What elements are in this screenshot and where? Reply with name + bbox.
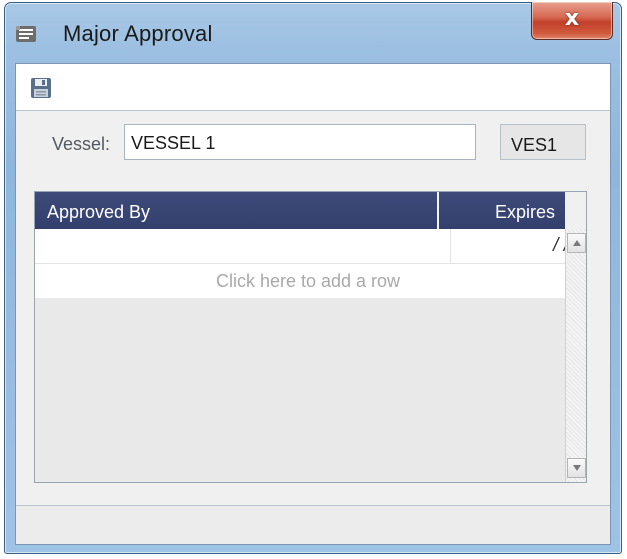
table-row[interactable]: / / <box>35 229 581 264</box>
form-icon <box>15 23 37 45</box>
arrow-up-icon <box>573 240 581 246</box>
vessel-input[interactable]: VESSEL 1 <box>124 124 476 160</box>
dialog-window: Major Approval x Vessel: VESSEL 1 VES1 A… <box>4 2 622 554</box>
vessel-label: Vessel: <box>52 134 111 154</box>
scroll-up-button[interactable] <box>567 233 586 253</box>
close-button[interactable]: x <box>531 2 613 40</box>
cell-approved-by[interactable] <box>35 229 451 263</box>
scroll-down-button[interactable] <box>567 458 586 478</box>
grid-header-corner <box>565 192 586 229</box>
status-bar <box>16 505 610 544</box>
column-header-expires[interactable]: Expires <box>438 192 565 229</box>
vessel-code-field: VES1 <box>500 124 586 160</box>
approvals-grid: Approved By Expires / / Click here to ad… <box>34 191 587 483</box>
add-row-button[interactable]: Click here to add a row <box>35 264 581 298</box>
grid-header: Approved By Expires <box>35 192 565 229</box>
title-bar[interactable]: Major Approval x <box>5 2 621 63</box>
save-icon[interactable] <box>30 77 52 99</box>
cell-expires[interactable]: / / <box>451 229 581 263</box>
arrow-down-icon <box>573 465 581 471</box>
dialog-body: Vessel: VESSEL 1 VES1 Approved By Expire… <box>15 63 611 545</box>
toolbar <box>16 64 610 111</box>
window-title: Major Approval <box>63 21 213 46</box>
vertical-scrollbar[interactable] <box>565 229 586 482</box>
column-header-approved-by[interactable]: Approved By <box>35 192 439 229</box>
